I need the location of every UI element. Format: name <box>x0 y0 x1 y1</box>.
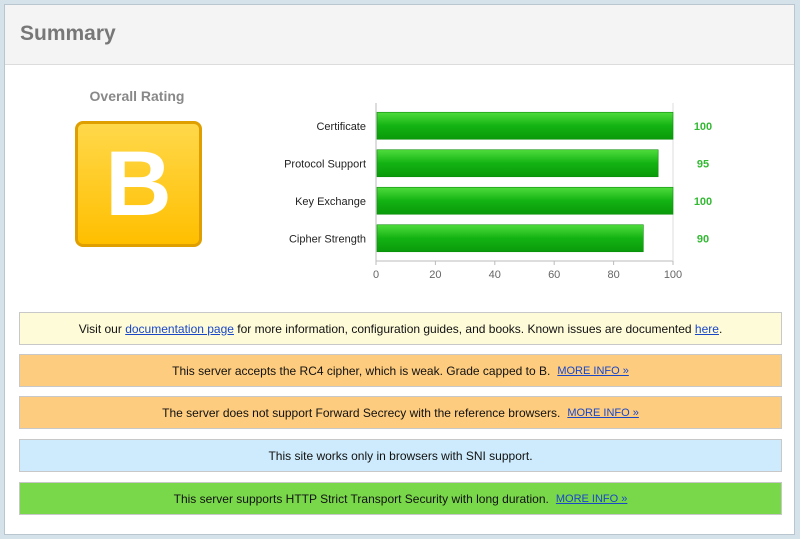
forward-secrecy-more-info-link[interactable]: MORE INFO » <box>567 407 639 419</box>
hsts-text: This server supports HTTP Strict Transpo… <box>173 491 549 506</box>
summary-panel: Summary Overall Rating B Certificate 100 P… <box>4 4 795 535</box>
rc4-warning-notice: This server accepts the RC4 cipher, whic… <box>19 354 782 387</box>
summary-header: Summary <box>5 5 794 65</box>
chart-value-label: 90 <box>697 233 709 245</box>
hsts-notice: This server supports HTTP Strict Transpo… <box>19 482 782 515</box>
forward-secrecy-notice: The server does not support Forward Secr… <box>19 396 782 429</box>
chart-category-label: Key Exchange <box>295 196 366 208</box>
chart-bar <box>376 111 674 140</box>
hsts-more-info-link[interactable]: MORE INFO » <box>556 493 628 505</box>
forward-secrecy-text: The server does not support Forward Secr… <box>162 405 561 420</box>
chart-bar <box>376 149 659 178</box>
doc-notice-middle: for more information, configuration guid… <box>237 321 692 336</box>
sni-notice: This site works only in browsers with SN… <box>19 439 782 472</box>
sni-text: This site works only in browsers with SN… <box>268 448 533 463</box>
doc-notice-prefix: Visit our <box>78 321 122 336</box>
chart-category-label: Cipher Strength <box>289 233 366 245</box>
chart-category-label: Certificate <box>316 121 366 133</box>
rc4-more-info-link[interactable]: MORE INFO » <box>557 365 629 377</box>
chart-value-label: 100 <box>694 121 712 133</box>
chart-tick-label: 40 <box>489 269 501 281</box>
chart-bar <box>376 224 644 253</box>
grade-badge: B <box>75 121 202 247</box>
grade-letter: B <box>105 133 172 235</box>
chart-category-label: Protocol Support <box>284 158 366 170</box>
rc4-warning-text: This server accepts the RC4 cipher, whic… <box>172 363 551 378</box>
documentation-page-link[interactable]: documentation page <box>125 322 234 336</box>
documentation-notice: Visit our documentation page for more in… <box>19 312 782 345</box>
chart-value-label: 95 <box>697 158 709 170</box>
chart-tick-label: 80 <box>607 269 619 281</box>
chart-tick-label: 100 <box>664 269 682 281</box>
doc-notice-suffix: . <box>718 321 723 336</box>
rating-chart: Certificate 100 Protocol Support 95 Key Exch… <box>284 103 712 281</box>
chart-bar <box>376 186 674 215</box>
known-issues-link[interactable]: here <box>695 322 719 336</box>
chart-tick-label: 0 <box>373 269 379 281</box>
chart-tick-label: 20 <box>429 269 441 281</box>
chart-value-label: 100 <box>694 196 712 208</box>
overall-rating-label: Overall Rating <box>89 88 185 104</box>
page-title: Summary <box>20 22 116 45</box>
chart-tick-label: 60 <box>548 269 560 281</box>
